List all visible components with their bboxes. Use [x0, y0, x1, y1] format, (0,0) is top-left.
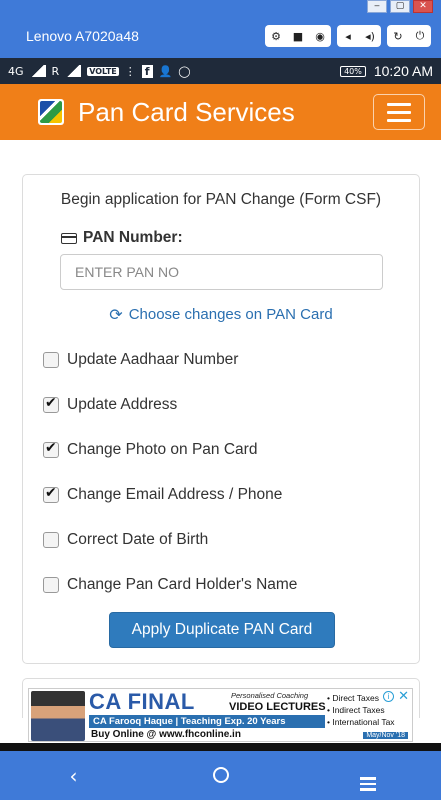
hamburger-line	[387, 102, 411, 106]
video-icon[interactable]: ■	[287, 25, 309, 47]
checkbox[interactable]	[43, 577, 59, 593]
network-type: 4G	[8, 64, 24, 78]
ad-info-icon[interactable]: i	[383, 691, 394, 702]
minimize-button[interactable]: ‒	[367, 0, 387, 13]
app-title: Pan Card Services	[78, 96, 295, 127]
apply-duplicate-button[interactable]: Apply Duplicate PAN Card	[109, 612, 335, 648]
pan-change-card: Begin application for PAN Change (Form C…	[22, 174, 420, 664]
checkbox[interactable]	[43, 395, 59, 413]
navigation-bar: ‹	[0, 751, 441, 800]
ad-person-image	[31, 691, 85, 741]
facebook-icon: f	[141, 64, 153, 78]
checkbox[interactable]	[43, 532, 59, 548]
signal-icon	[29, 65, 46, 77]
option-label: Update Address	[67, 396, 178, 413]
contacts-icon: 👤	[158, 64, 173, 78]
option-label: Change Email Address / Phone	[67, 486, 283, 503]
ad-subtitle: Personalised Coaching	[231, 691, 309, 700]
volte-badge: VOLTE	[87, 66, 119, 76]
pan-number-input[interactable]	[60, 254, 383, 290]
option-update-aadhaar[interactable]: Update Aadhaar Number	[43, 351, 238, 369]
option-label: Change Photo on Pan Card	[67, 441, 258, 458]
option-label: Correct Date of Birth	[67, 531, 209, 548]
menu-icon	[359, 777, 376, 791]
whatsapp-icon: ◯	[178, 64, 191, 78]
ad-banner[interactable]: CA FINAL Personalised Coaching VIDEO LEC…	[28, 688, 413, 742]
form-heading: Begin application for PAN Change (Form C…	[60, 191, 382, 208]
emulator-tools-group: ⚙ ■ ◉	[265, 25, 331, 47]
volume-group: ◂ ◂)	[337, 25, 381, 47]
system-group: ↻ ⏻	[387, 25, 431, 47]
device-title: Lenovo A7020a48	[26, 28, 139, 44]
credit-card-icon	[61, 232, 77, 244]
emulator-toolbar: Lenovo A7020a48 ⚙ ■ ◉ ◂ ◂) ↻ ⏻	[0, 14, 441, 58]
power-icon[interactable]: ⏻	[409, 25, 431, 47]
menu-nav-button[interactable]	[338, 761, 398, 791]
hamburger-line	[387, 110, 411, 114]
back-icon[interactable]: ‹	[44, 764, 104, 788]
ad-title: CA FINAL	[89, 689, 195, 714]
screen-bottom-edge	[0, 743, 441, 751]
camera-icon[interactable]: ◉	[309, 25, 331, 47]
volume-up-icon[interactable]: ◂)	[359, 25, 381, 47]
ad-video-text: VIDEO LECTURES	[229, 701, 326, 713]
rotate-icon[interactable]: ↻	[387, 25, 409, 47]
refresh-icon: ⟳	[109, 305, 123, 324]
checkbox[interactable]	[43, 485, 59, 503]
option-label: Update Aadhaar Number	[67, 351, 239, 368]
hamburger-line	[387, 118, 411, 122]
app-header: Pan Card Services	[0, 84, 441, 140]
status-time: 10:20 AM	[373, 63, 433, 79]
pan-label-text: PAN Number:	[83, 229, 183, 246]
option-label: Change Pan Card Holder's Name	[67, 576, 298, 593]
battery-icon: 40%	[340, 65, 366, 77]
more-icon: ⋮	[124, 64, 136, 78]
ad-topic: • International Tax	[327, 717, 395, 727]
home-button[interactable]	[191, 764, 251, 788]
maximize-button[interactable]: ▢	[390, 0, 410, 13]
ad-close-icon[interactable]: ✕	[398, 689, 409, 704]
option-update-address[interactable]: Update Address	[43, 395, 178, 414]
ad-date: May/Nov '18	[363, 732, 408, 739]
app-logo-icon	[38, 99, 64, 125]
ad-buy-link: Buy Online @ www.fhconline.in	[91, 729, 241, 740]
option-change-name[interactable]: Change Pan Card Holder's Name	[43, 576, 297, 594]
checkbox[interactable]	[43, 352, 59, 368]
pan-number-label: PAN Number:	[61, 229, 183, 247]
signal-icon-2	[65, 65, 82, 77]
window-controls: ‒ ▢ ✕	[0, 0, 441, 14]
home-icon	[212, 766, 229, 783]
roaming-indicator: R	[51, 64, 60, 78]
checkbox[interactable]	[43, 440, 59, 458]
close-window-button[interactable]: ✕	[413, 0, 433, 13]
choose-changes-text: Choose changes on PAN Card	[128, 306, 333, 323]
choose-changes-link[interactable]: ⟳ Choose changes on PAN Card	[23, 305, 419, 324]
menu-button[interactable]	[373, 94, 425, 130]
option-change-photo[interactable]: Change Photo on Pan Card	[43, 440, 258, 459]
status-bar: 4G R VOLTE ⋮ f 👤 ◯ 40% 10:20 AM	[0, 58, 441, 84]
ad-topic: • Indirect Taxes	[327, 705, 385, 715]
option-change-email[interactable]: Change Email Address / Phone	[43, 485, 283, 504]
volume-down-icon[interactable]: ◂	[337, 25, 359, 47]
option-correct-dob[interactable]: Correct Date of Birth	[43, 531, 208, 549]
ad-teacher: CA Farooq Haque | Teaching Exp. 20 Years	[89, 715, 325, 728]
gear-icon[interactable]: ⚙	[265, 25, 287, 47]
